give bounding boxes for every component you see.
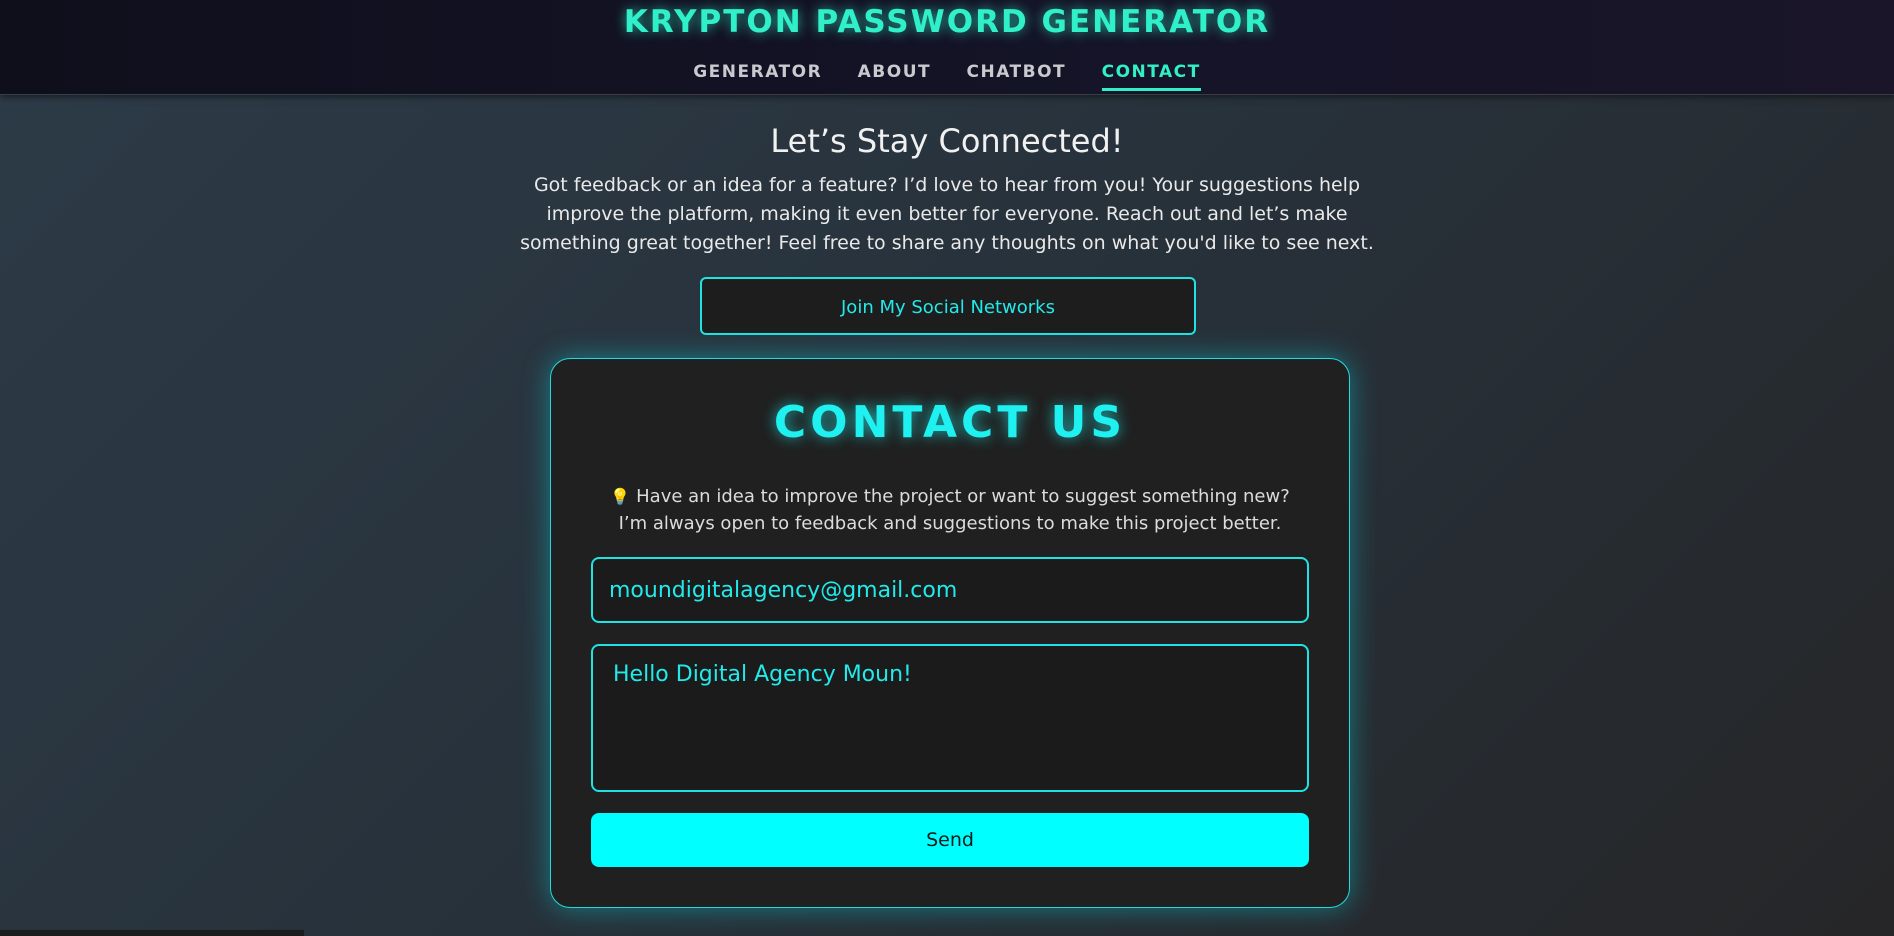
site-title: KRYPTON PASSWORD GENERATOR [623,4,1271,40]
intro-title: Let’s Stay Connected! [770,122,1124,160]
contact-card: CONTACT US 💡 Have an idea to improve the … [550,358,1350,908]
nav-about[interactable]: ABOUT [858,62,931,88]
message-field[interactable]: Hello Digital Agency Moun! [591,644,1309,792]
nav-contact[interactable]: CONTACT [1101,62,1201,91]
scrollbar[interactable] [0,930,304,936]
social-networks-button[interactable]: Join My Social Networks [700,277,1196,335]
contact-line-2: I’m always open to feedback and suggesti… [618,513,1282,534]
main-nav: GENERATOR ABOUT CHATBOT CONTACT [0,62,1894,91]
contact-description: 💡 Have an idea to improve the project or … [551,483,1349,537]
send-button[interactable]: Send [591,813,1309,867]
lightbulb-icon: 💡 [610,487,631,506]
contact-title: CONTACT US [773,397,1127,448]
contact-line-1: Have an idea to improve the project or w… [636,486,1290,507]
intro-text: Got feedback or an idea for a feature? I… [520,174,1374,254]
site-header: KRYPTON PASSWORD GENERATOR GENERATOR ABO… [0,0,1894,95]
nav-generator[interactable]: GENERATOR [693,62,822,88]
email-field[interactable] [591,557,1309,623]
nav-chatbot[interactable]: CHATBOT [967,62,1067,88]
